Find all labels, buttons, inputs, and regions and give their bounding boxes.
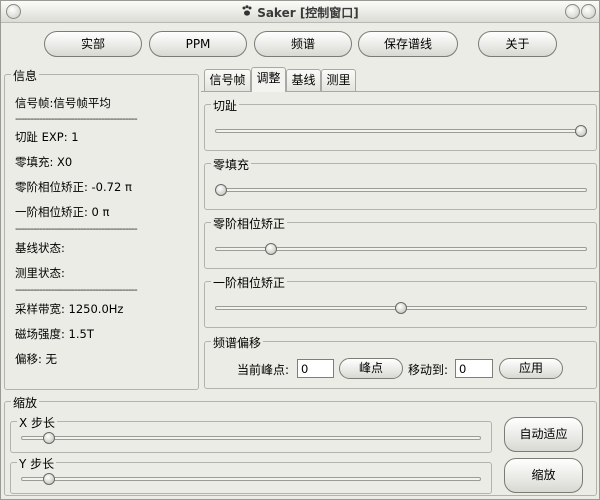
zoom-group-title: 缩放 <box>11 394 40 411</box>
spectrum-shift-group: 频谱偏移 当前峰点: 0 峰点 移动到: 0 应用 <box>204 334 597 389</box>
info-phase1: 一阶相位矫正: 0 π <box>15 205 110 219</box>
window-title-text: Saker [控制窗口] <box>257 6 359 20</box>
info-zero-fill: 零填充: X0 <box>15 155 73 169</box>
cut-slider-track[interactable] <box>215 129 587 133</box>
cut-group: 切趾 <box>204 97 597 151</box>
title-bar[interactable]: Saker [控制窗口] <box>1 1 599 23</box>
tab-adjust[interactable]: 调整 <box>251 67 286 92</box>
maximize-button[interactable] <box>581 4 596 19</box>
y-step-slider-track[interactable] <box>21 477 481 481</box>
info-frame: 信号帧:信号帧平均 <box>15 96 111 110</box>
tab-baseline[interactable]: 基线 <box>286 69 321 91</box>
spectrum-button[interactable]: 频谱 <box>254 31 352 57</box>
tab-signal-frame[interactable]: 信号帧 <box>204 69 251 91</box>
current-peak-label: 当前峰点: <box>237 363 290 377</box>
y-step-group: Y 步长 <box>10 455 492 494</box>
tab-measure[interactable]: 测里 <box>321 69 356 91</box>
paw-icon <box>241 5 253 20</box>
about-button[interactable]: 关于 <box>478 31 557 57</box>
info-measure-status: 测里状态: <box>15 266 65 280</box>
move-to-label: 移动到: <box>408 363 449 377</box>
zero-fill-title: 零填充 <box>211 156 252 173</box>
y-step-slider-knob[interactable] <box>43 473 56 485</box>
apply-button[interactable]: 应用 <box>499 358 563 379</box>
info-separator: ----------------------------------------… <box>15 283 138 296</box>
spectrum-shift-title: 频谱偏移 <box>211 334 264 351</box>
ppm-button[interactable]: PPM <box>149 31 247 57</box>
cut-slider-knob[interactable] <box>575 125 587 137</box>
zero-fill-group: 零填充 <box>204 156 597 210</box>
real-part-button[interactable]: 实部 <box>44 31 142 57</box>
peak-button[interactable]: 峰点 <box>339 358 403 379</box>
phase1-title: 一阶相位矫正 <box>211 274 288 291</box>
x-step-slider-track[interactable] <box>21 436 481 440</box>
auto-fit-button[interactable]: 自动适应 <box>504 417 583 452</box>
phase0-slider-knob[interactable] <box>265 243 278 255</box>
zero-fill-slider-track[interactable] <box>215 188 587 192</box>
info-offset: 偏移: 无 <box>15 352 58 366</box>
phase0-group: 零阶相位矫正 <box>204 215 597 269</box>
save-spectrum-button[interactable]: 保存谱线 <box>358 31 458 57</box>
window-title: Saker [控制窗口] <box>1 4 599 21</box>
info-separator: ----------------------------------------… <box>15 222 138 235</box>
info-separator: ----------------------------------------… <box>15 112 138 125</box>
x-step-label: X 步长 <box>17 414 58 431</box>
current-peak-input[interactable]: 0 <box>297 359 334 378</box>
zoom-button[interactable]: 缩放 <box>504 458 583 493</box>
info-bandwidth: 采样带宽: 1250.0Hz <box>15 302 124 316</box>
info-field: 磁场强度: 1.5T <box>15 327 94 341</box>
minimize-button[interactable] <box>565 4 580 19</box>
phase1-group: 一阶相位矫正 <box>204 274 597 328</box>
x-step-slider-knob[interactable] <box>43 432 56 444</box>
zero-fill-slider-knob[interactable] <box>215 184 227 196</box>
info-group: 信息 信号帧:信号帧平均 ---------------------------… <box>4 67 199 390</box>
info-cut-exp: 切趾 EXP: 1 <box>15 130 79 144</box>
move-to-input[interactable]: 0 <box>455 359 493 378</box>
x-step-group: X 步长 <box>10 414 492 453</box>
phase1-slider-knob[interactable] <box>395 302 407 314</box>
cut-title: 切趾 <box>211 97 240 114</box>
info-group-title: 信息 <box>11 67 40 84</box>
phase0-title: 零阶相位矫正 <box>211 215 288 232</box>
control-window: Saker [控制窗口] 实部 PPM 频谱 保存谱线 关于 信息 信号帧:信号… <box>0 0 600 500</box>
y-step-label: Y 步长 <box>17 455 57 472</box>
info-baseline-status: 基线状态: <box>15 241 65 255</box>
info-phase0: 零阶相位矫正: -0.72 π <box>15 180 132 194</box>
